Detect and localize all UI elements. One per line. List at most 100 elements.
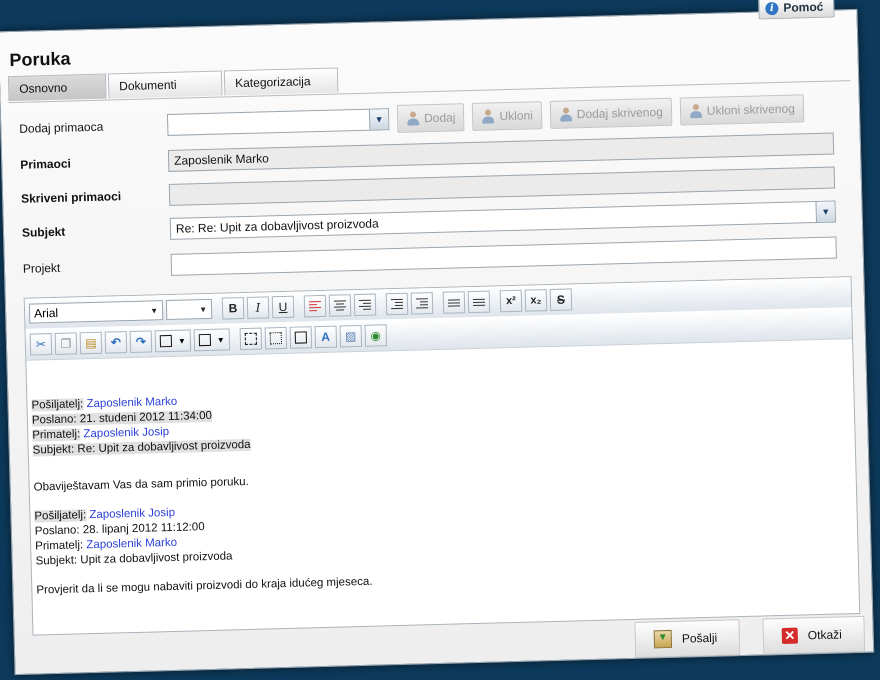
add-recipient-label: Dodaj primaoca	[19, 119, 104, 136]
align-left-button[interactable]	[303, 294, 327, 318]
help-button[interactable]: i Pomoć	[758, 0, 835, 20]
numbered-list-button[interactable]	[467, 290, 491, 314]
remove-button[interactable]: Ukloni	[472, 101, 543, 131]
chevron-down-icon: ▼	[216, 335, 225, 345]
hidden-recipients-label: Skriveni primaoci	[20, 189, 122, 206]
table-border-solid-button[interactable]	[289, 326, 312, 349]
editor-content[interactable]: Pošiljatelj: Zaposlenik Marko Poslano: 2…	[31, 347, 856, 630]
strikethrough-icon: S	[556, 292, 566, 307]
add-button-label: Dodaj	[423, 110, 456, 126]
recipients-label: Primaoci	[20, 156, 72, 172]
underline-button[interactable]: U	[271, 295, 295, 319]
cancel-button[interactable]: ✕ Otkaži	[762, 615, 866, 655]
subscript-icon: x₂	[530, 294, 542, 307]
add-button[interactable]: Dodaj	[396, 103, 465, 133]
sent-line: Poslano: 28. lipanj 2012 11:12:00	[34, 521, 205, 538]
recipient-value: Zaposlenik Marko	[86, 536, 178, 552]
link-icon: ◉	[370, 328, 382, 343]
project-label: Projekt	[22, 260, 61, 276]
outdent-icon	[390, 298, 404, 310]
indent-button[interactable]	[410, 292, 434, 315]
font-size-select[interactable]: ▼	[165, 298, 213, 321]
tab-label: Dokumenti	[119, 77, 177, 94]
hidden-recipients-field[interactable]	[168, 166, 836, 206]
chevron-down-icon: ▼	[150, 305, 159, 315]
send-icon	[653, 629, 673, 649]
project-field[interactable]	[170, 236, 837, 276]
paste-button[interactable]: ▤	[79, 331, 103, 355]
window-title: Poruka	[9, 48, 71, 71]
add-hidden-button[interactable]: Dodaj skrivenog	[549, 97, 673, 129]
user-add-icon	[406, 111, 420, 125]
font-name-select[interactable]: Arial ▼	[28, 300, 164, 324]
send-button[interactable]: Pošalji	[634, 619, 741, 658]
chevron-down-icon: ▼	[199, 304, 208, 314]
help-label: Pomoć	[783, 0, 824, 15]
align-right-button[interactable]	[353, 293, 377, 317]
outdent-button[interactable]	[385, 292, 409, 316]
remove-hidden-button-label: Ukloni skrivenog	[706, 101, 796, 118]
insert-link-button[interactable]: ◉	[364, 324, 387, 347]
user-remove-icon	[481, 109, 495, 123]
rich-text-editor: Arial ▼ ▼ B I U x² x₂ S ✂ ❐ ▤ ↶ ↷ ▼ ▼ A …	[23, 276, 861, 636]
superscript-button[interactable]: x²	[499, 289, 523, 313]
tab-dokumenti[interactable]: Dokumenti	[107, 70, 223, 99]
subject-combo[interactable]: Re: Re: Upit za dobavljivost proizvoda ▼	[169, 200, 837, 240]
recipients-field[interactable]: Zaposlenik Marko	[167, 132, 835, 172]
insert-pattern-button[interactable]: ▨	[339, 324, 362, 348]
close-icon: ✕	[781, 627, 799, 645]
solid-border-icon	[294, 331, 307, 344]
bullet-list-icon	[447, 298, 461, 307]
remove-button-label: Ukloni	[499, 108, 534, 124]
italic-button[interactable]: I	[246, 296, 270, 319]
color-swatch-icon	[198, 333, 211, 347]
indent-icon	[415, 298, 429, 309]
dashed-border-icon	[244, 332, 257, 346]
italic-icon: I	[255, 300, 261, 315]
strikethrough-button[interactable]: S	[549, 288, 573, 311]
align-right-icon	[358, 299, 372, 310]
hatch-icon: ▨	[344, 329, 357, 344]
sent-line: Poslano: 21. studeni 2012 11:34:00	[31, 409, 213, 427]
chevron-down-icon[interactable]: ▼	[815, 201, 835, 223]
numbered-list-icon	[472, 298, 486, 306]
recipients-value: Zaposlenik Marko	[173, 151, 270, 168]
tab-kategorizacija[interactable]: Kategorizacija	[223, 67, 339, 96]
remove-hidden-button[interactable]: Ukloni skrivenog	[679, 94, 805, 126]
user-add-hidden-icon	[559, 107, 573, 121]
cut-button[interactable]: ✂	[29, 333, 53, 356]
copy-button[interactable]: ❐	[54, 332, 78, 355]
align-center-icon	[333, 300, 347, 311]
add-recipient-combo[interactable]: ▼	[166, 108, 390, 136]
chevron-down-icon[interactable]: ▼	[368, 109, 389, 130]
background-color-button[interactable]: ▼	[193, 328, 230, 352]
redo-icon: ↷	[135, 334, 147, 349]
subscript-button[interactable]: x₂	[524, 289, 548, 312]
align-left-icon	[308, 300, 322, 312]
copy-icon: ❐	[60, 336, 72, 351]
color-swatch-icon	[159, 334, 173, 348]
sender-value: Zaposlenik Josip	[89, 506, 176, 522]
screen-background: i Pomoć Poruka Osnovno Dokumenti Kategor…	[0, 0, 880, 680]
send-button-label: Pošalji	[681, 630, 718, 646]
table-border-dotted-button[interactable]	[264, 326, 287, 350]
bold-icon: B	[228, 301, 238, 316]
image-icon: A	[321, 329, 331, 344]
paste-icon: ▤	[85, 335, 97, 351]
recipient-label: Primatelj:	[32, 428, 81, 442]
tab-osnovno[interactable]: Osnovno	[7, 73, 107, 102]
chevron-down-icon: ▼	[177, 336, 186, 346]
subject-value: Re: Re: Upit za dobavljivost proizvoda	[175, 216, 379, 236]
undo-button[interactable]: ↶	[104, 331, 128, 354]
scissors-icon: ✂	[35, 337, 47, 352]
foreground-color-button[interactable]: ▼	[154, 329, 192, 353]
bullet-list-button[interactable]	[442, 291, 466, 314]
subject-line: Subjekt: Upit za dobavljivost proizvoda	[35, 550, 233, 568]
redo-button[interactable]: ↷	[129, 330, 153, 354]
message-window: i Pomoć Poruka Osnovno Dokumenti Kategor…	[0, 0, 875, 676]
align-center-button[interactable]	[328, 294, 352, 317]
table-border-dashed-button[interactable]	[239, 327, 262, 351]
add-hidden-button-label: Dodaj skrivenog	[576, 104, 664, 122]
bold-button[interactable]: B	[221, 297, 245, 320]
insert-image-button[interactable]: A	[314, 325, 337, 349]
